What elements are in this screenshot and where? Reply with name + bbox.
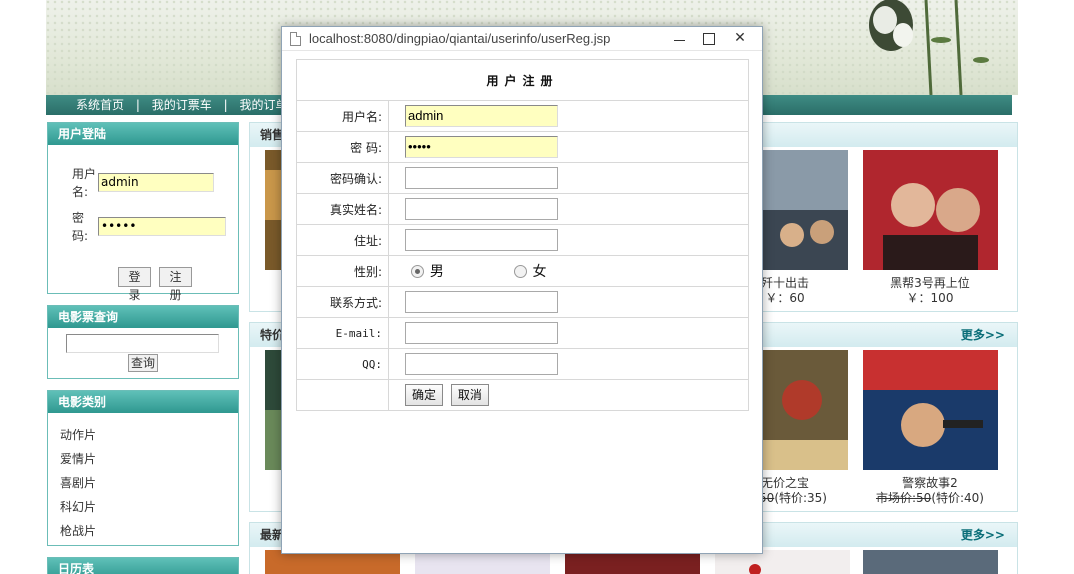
gender-male-radio[interactable] bbox=[411, 264, 424, 278]
password-label: 密 码: bbox=[296, 131, 389, 163]
qq-label: QQ: bbox=[296, 348, 389, 380]
register-form: 用户注册 用户名: admin 密 码: ••••• 密码确认: 真实姓名: 住… bbox=[296, 59, 749, 411]
username-label: 用户名: bbox=[296, 100, 389, 132]
confirm-password-field[interactable] bbox=[405, 167, 558, 189]
confirm-button[interactable]: 确定 bbox=[405, 384, 444, 406]
qq-field[interactable] bbox=[405, 353, 558, 375]
category-panel: 电影类别 动作片 爱情片 喜剧片 科幻片 枪战片 bbox=[47, 390, 239, 546]
newest-more-link[interactable]: 更多>> bbox=[961, 523, 1005, 547]
category-item[interactable]: 动作片 bbox=[60, 423, 96, 447]
category-item[interactable]: 科幻片 bbox=[60, 495, 96, 519]
login-username-input[interactable]: admin bbox=[98, 173, 214, 192]
movie-poster[interactable] bbox=[762, 150, 848, 270]
movie-poster[interactable] bbox=[762, 350, 848, 470]
login-panel: 用户登陆 用户名: admin 密码: ••••• 登录 注册 bbox=[47, 122, 239, 302]
movie-poster[interactable] bbox=[863, 350, 998, 470]
login-username-label: 用户名: bbox=[72, 167, 97, 199]
popup-url: localhost:8080/dingpiao/qiantai/userinfo… bbox=[309, 31, 611, 46]
calendar-panel-title: 日历表 bbox=[48, 558, 238, 574]
contact-field[interactable] bbox=[405, 291, 558, 313]
button-row-spacer bbox=[296, 379, 389, 411]
gender-female-radio[interactable] bbox=[513, 264, 527, 278]
movie-price: 市场价:50(特价:40) bbox=[855, 489, 1005, 506]
special-price: (特价:35) bbox=[774, 491, 827, 505]
login-button[interactable]: 登录 bbox=[118, 267, 151, 302]
popup-titlebar[interactable]: localhost:8080/dingpiao/qiantai/userinfo… bbox=[282, 27, 762, 51]
market-price: 市场价:50 bbox=[875, 491, 932, 505]
close-icon[interactable]: ✕ bbox=[725, 27, 755, 51]
minimize-icon[interactable] bbox=[664, 27, 694, 51]
register-button[interactable]: 注册 bbox=[159, 267, 192, 302]
username-field[interactable]: admin bbox=[405, 105, 558, 127]
calendar-panel: 日历表 bbox=[47, 557, 239, 574]
address-field[interactable] bbox=[405, 229, 558, 251]
address-label: 住址: bbox=[296, 224, 389, 256]
maximize-icon[interactable] bbox=[693, 27, 723, 51]
category-panel-title: 电影类别 bbox=[48, 391, 238, 413]
login-password-input[interactable]: ••••• bbox=[98, 217, 226, 236]
gender-female-label[interactable]: 女 bbox=[532, 261, 546, 281]
nav-item-ticket-cart[interactable]: 我的订票车 bbox=[152, 98, 212, 112]
gender-male-label[interactable]: 男 bbox=[430, 261, 444, 281]
category-item[interactable]: 喜剧片 bbox=[60, 471, 96, 495]
movie-poster[interactable] bbox=[863, 550, 998, 574]
confirm-password-label: 密码确认: bbox=[296, 162, 389, 194]
login-password-label: 密码: bbox=[72, 211, 89, 243]
nav-separator: | bbox=[135, 98, 140, 112]
email-field[interactable] bbox=[405, 322, 558, 344]
flower-icon bbox=[869, 0, 989, 95]
realname-label: 真实姓名: bbox=[296, 193, 389, 225]
login-panel-title: 用户登陆 bbox=[48, 123, 238, 145]
search-panel-title: 电影票查询 bbox=[48, 306, 238, 328]
search-panel: 电影票查询 查询 bbox=[47, 305, 239, 379]
category-list: 动作片 爱情片 喜剧片 科幻片 枪战片 bbox=[60, 423, 96, 543]
category-item[interactable]: 爱情片 bbox=[60, 447, 96, 471]
search-button[interactable]: 查询 bbox=[128, 354, 158, 372]
email-label: E-mail: bbox=[296, 317, 389, 349]
cancel-button[interactable]: 取消 bbox=[450, 384, 489, 406]
gender-label: 性别: bbox=[296, 255, 389, 287]
nav-separator: | bbox=[223, 98, 228, 112]
document-icon bbox=[290, 32, 301, 46]
movie-price: ￥：100 bbox=[906, 291, 954, 305]
register-popup-window: localhost:8080/dingpiao/qiantai/userinfo… bbox=[281, 26, 763, 554]
password-field[interactable]: ••••• bbox=[405, 136, 558, 158]
special-price: (特价:40) bbox=[931, 491, 984, 505]
movie-poster[interactable] bbox=[863, 150, 998, 270]
realname-field[interactable] bbox=[405, 198, 558, 220]
form-title: 用户注册 bbox=[296, 59, 749, 101]
contact-label: 联系方式: bbox=[296, 286, 389, 318]
nav-item-home[interactable]: 系统首页 bbox=[76, 98, 124, 112]
special-more-link[interactable]: 更多>> bbox=[961, 323, 1005, 347]
movie-search-input[interactable] bbox=[66, 334, 219, 353]
category-item[interactable]: 枪战片 bbox=[60, 519, 96, 543]
